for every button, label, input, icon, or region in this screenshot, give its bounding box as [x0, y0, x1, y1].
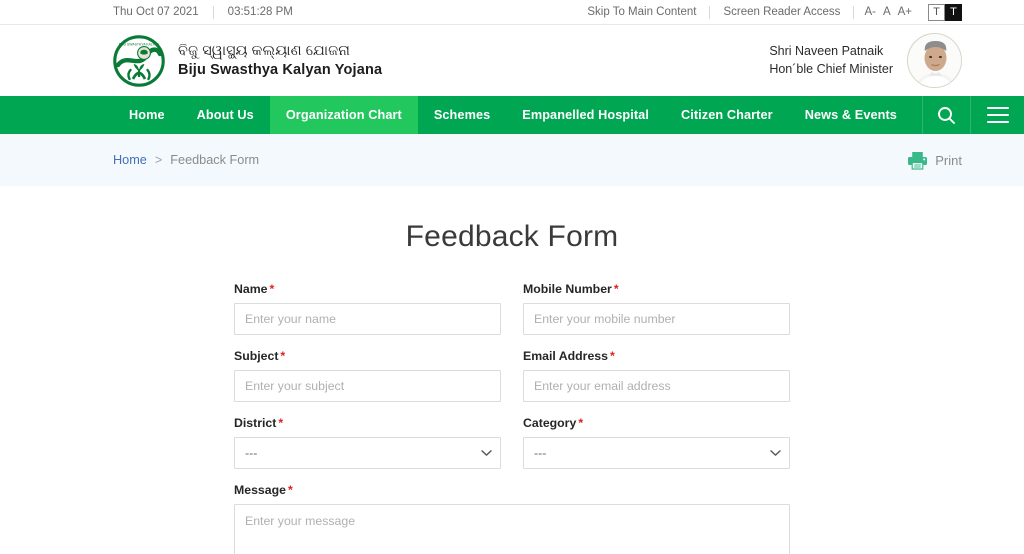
font-size-controls: A- A A+	[854, 6, 922, 18]
category-select[interactable]: ---	[523, 437, 790, 469]
form-row-subject-email: Subject* Email Address*	[234, 349, 790, 402]
print-label: Print	[935, 152, 962, 168]
required-marker: *	[613, 282, 619, 296]
nav-item-organization-chart[interactable]: Organization Chart	[269, 96, 418, 134]
subject-label: Subject *	[234, 349, 501, 363]
name-label-text: Name	[234, 282, 268, 296]
hamburger-menu-icon	[986, 106, 1009, 124]
form-row-name-mobile: Name* Mobile Number*	[234, 282, 790, 335]
message-label-text: Message	[234, 483, 286, 497]
main-content: Feedback Form Name* Mobile Number* Subje…	[0, 186, 1024, 554]
nav-item-home[interactable]: Home	[113, 96, 181, 134]
nav-item-news-and-events[interactable]: News & Events	[789, 96, 913, 134]
font-normal-button[interactable]: A	[883, 6, 891, 18]
email-label-text: Email Address	[523, 349, 608, 363]
chief-minister-designation: Hon´ble Chief Minister	[769, 61, 893, 76]
email-label: Email Address *	[523, 349, 790, 363]
required-marker: *	[287, 483, 293, 497]
district-select-wrap: ---	[234, 437, 501, 469]
mobile-label-text: Mobile Number	[523, 282, 612, 296]
accessibility-group: Skip To Main Content Screen Reader Acces…	[574, 3, 962, 21]
print-button[interactable]: Print	[907, 151, 962, 170]
field-group-message: Message *	[234, 483, 790, 554]
mobile-input[interactable]	[523, 303, 790, 335]
font-decrease-button[interactable]: A-	[864, 6, 876, 18]
breadcrumb-current: Feedback Form	[170, 153, 260, 167]
district-label: District *	[234, 416, 501, 430]
search-icon	[938, 106, 955, 124]
mobile-label: Mobile Number *	[523, 282, 790, 296]
font-increase-button[interactable]: A+	[898, 6, 912, 18]
field-group-category: Category * ---	[523, 416, 790, 469]
printer-icon	[908, 151, 928, 170]
chief-minister-avatar	[907, 33, 962, 88]
skip-to-main-content-link[interactable]: Skip To Main Content	[574, 6, 709, 18]
page-title: Feedback Form	[405, 220, 619, 253]
breadcrumb-separator: >	[154, 153, 163, 167]
svg-text:BIJU SWASTHYA KALYAN: BIJU SWASTHYA KALYAN	[119, 42, 160, 46]
breadcrumb-bar: Home > Feedback Form Print	[0, 134, 1024, 186]
required-marker: *	[578, 416, 584, 430]
search-button[interactable]	[922, 96, 970, 134]
message-textarea[interactable]	[234, 504, 790, 554]
field-group-email: Email Address *	[523, 349, 790, 402]
subject-input[interactable]	[234, 370, 501, 402]
message-label: Message *	[234, 483, 790, 497]
site-header: BIJU SWASTHYA KALYAN ବିଜୁ ସ୍ୱାସ୍ଥ୍ୟ କଲ୍ୟ…	[0, 25, 1024, 96]
screen-reader-access-link[interactable]: Screen Reader Access	[710, 6, 853, 18]
required-marker: *	[278, 416, 284, 430]
category-label: Category *	[523, 416, 790, 430]
nav-item-citizen-charter[interactable]: Citizen Charter	[665, 96, 789, 134]
nav-item-empanelled-hospital[interactable]: Empanelled Hospital	[506, 96, 665, 134]
chief-minister-block: Shri Naveen Patnaik Hon´ble Chief Minist…	[769, 33, 962, 88]
breadcrumb-home-link[interactable]: Home	[113, 153, 147, 167]
form-row-district-category: District * --- Category * ---	[234, 416, 790, 469]
brand-text: ବିଜୁ ସ୍ୱାସ୍ଥ୍ୟ କଲ୍ୟାଣ ଯୋଜନା Biju Swasthy…	[178, 42, 382, 79]
required-marker: *	[269, 282, 275, 296]
brand-name-english: Biju Swasthya Kalyan Yojana	[178, 61, 383, 78]
email-input[interactable]	[523, 370, 790, 402]
required-marker: *	[609, 349, 615, 363]
field-group-name: Name *	[234, 282, 501, 335]
main-navigation: Home About Us Organization Chart Schemes…	[0, 96, 1024, 134]
field-group-subject: Subject *	[234, 349, 501, 402]
district-label-text: District	[234, 416, 277, 430]
category-label-text: Category	[523, 416, 577, 430]
nav-actions	[922, 96, 1024, 134]
bsky-logo-icon: BIJU SWASTHYA KALYAN	[113, 34, 165, 87]
field-group-district: District * ---	[234, 416, 501, 469]
district-select[interactable]: ---	[234, 437, 501, 469]
nav-item-schemes[interactable]: Schemes	[418, 96, 506, 134]
category-select-wrap: ---	[523, 437, 790, 469]
feedback-form: Name* Mobile Number* Subject* Email	[234, 282, 790, 554]
theme-dark-button[interactable]: T	[945, 3, 962, 21]
required-marker: *	[280, 349, 286, 363]
subject-label-text: Subject	[234, 349, 279, 363]
nav-item-about-us[interactable]: About Us	[181, 96, 270, 134]
form-row-message: Message *	[234, 483, 790, 554]
name-label: Name *	[234, 282, 501, 296]
theme-light-button[interactable]: T	[928, 3, 945, 21]
brand-name-odia: ବିଜୁ ସ୍ୱାସ୍ଥ୍ୟ କଲ୍ୟାଣ ଯୋଜନା	[178, 42, 351, 59]
field-group-mobile: Mobile Number *	[523, 282, 790, 335]
brand-block[interactable]: BIJU SWASTHYA KALYAN ବିଜୁ ସ୍ୱାସ୍ଥ୍ୟ କଲ୍ୟ…	[113, 34, 382, 87]
datetime-group: Thu Oct 07 2021 03:51:28 PM	[113, 5, 293, 19]
utility-bar: Thu Oct 07 2021 03:51:28 PM Skip To Main…	[0, 0, 1024, 25]
chief-minister-text: Shri Naveen Patnaik Hon´ble Chief Minist…	[769, 43, 893, 79]
current-time: 03:51:28 PM	[227, 6, 293, 18]
contrast-theme-controls: T T	[928, 3, 962, 21]
name-input[interactable]	[234, 303, 501, 335]
chief-minister-name: Shri Naveen Patnaik	[769, 43, 884, 58]
current-date: Thu Oct 07 2021	[113, 6, 199, 18]
menu-button[interactable]	[970, 96, 1024, 134]
